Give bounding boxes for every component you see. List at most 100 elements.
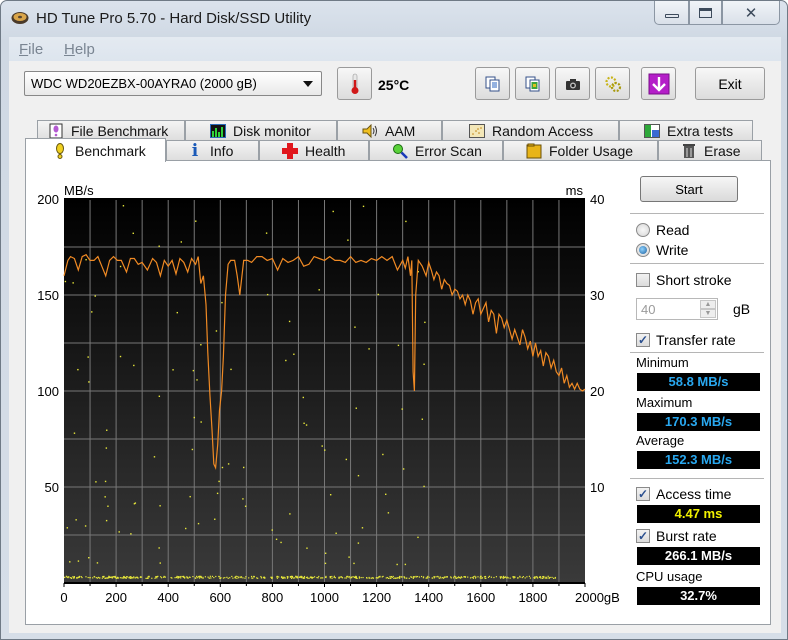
read-radio[interactable] [636,223,650,237]
access-time-point [122,205,125,207]
access-time-point [197,522,200,525]
access-time-point [236,577,238,579]
access-time-point [303,575,306,578]
access-time-point [372,577,374,579]
access-time-point [282,577,285,579]
access-time-point [350,577,353,579]
access-time-point [332,210,334,213]
exit-button[interactable]: Exit [695,67,765,100]
spin-down-icon[interactable]: ▼ [700,309,716,318]
access-time-point [362,576,364,579]
access-time-point [105,519,108,522]
access-time-point [237,575,239,578]
access-time-point [124,577,126,579]
access-time-point [460,576,462,578]
access-time-point [455,577,458,579]
save-button[interactable] [641,67,676,100]
read-label: Read [656,222,690,238]
access-time-point [551,576,553,579]
close-icon: ✕ [744,4,758,22]
chart-svg: 50 100 150 200 10 20 30 40 MB/s ms 0 200 400 600 800 10… [37,183,620,605]
short-stroke-input[interactable]: 40 ▲ ▼ [636,298,718,320]
minimize-button[interactable] [654,1,689,25]
access-time-point [433,577,435,579]
access-time-point [176,311,178,314]
access-time-point [418,576,421,578]
access-time-point [270,576,272,578]
toolbar: WDC WD20EZBX-00AYRA0 (2000 gB) 25°C Exit [9,61,781,113]
access-time-point [114,575,116,578]
access-time-point [180,577,182,579]
access-time-point [355,577,357,579]
access-time-point [200,344,202,346]
access-time-point [338,576,340,578]
access-time-point [474,575,476,577]
access-time-point [533,577,535,579]
access-time-point [402,468,405,470]
access-time-point [353,562,355,565]
access-time-point [387,577,390,579]
drive-select[interactable]: WDC WD20EZBX-00AYRA0 (2000 gB) [24,71,322,96]
access-time-point [140,576,143,578]
options-button[interactable] [595,67,630,100]
copy-text-button[interactable] [475,67,510,100]
access-time-point [324,552,327,554]
menu-file[interactable]: File [19,41,43,58]
tab-folder-usage[interactable]: Folder Usage [503,140,658,161]
access-time-point [188,576,191,578]
cpu-usage-value: 32.7% [637,587,760,605]
transfer-rate-label: Transfer rate [656,332,736,348]
write-radio[interactable] [636,243,650,257]
access-time-point [467,576,469,578]
short-stroke-checkbox[interactable] [636,273,650,287]
access-time-point [75,519,77,521]
tab-random-access[interactable]: Random Access [442,120,619,141]
access-time-point [522,575,524,578]
temperature-button[interactable] [337,67,372,100]
y-tick-label: 200 [37,192,59,207]
menu-bar: File Help [9,37,781,61]
access-time-point [493,576,495,579]
spin-up-icon[interactable]: ▲ [700,300,716,309]
tab-error-scan[interactable]: Error Scan [369,140,503,161]
access-time-point [464,576,466,578]
menu-help[interactable]: Help [64,41,95,58]
transfer-rate-checkbox[interactable]: ✓ [636,333,650,347]
access-time-point [387,512,390,514]
tab-health[interactable]: Health [259,140,369,161]
access-time-point [69,577,71,579]
access-time-point [502,575,505,578]
access-time-point [514,576,516,578]
access-time-point [280,541,282,544]
copy-image-button[interactable] [515,67,550,100]
maximize-button[interactable] [689,1,722,25]
start-button[interactable]: Start [640,176,738,202]
burst-rate-checkbox[interactable]: ✓ [636,529,650,543]
access-time-point [253,576,255,578]
separator [630,352,764,353]
access-time-point [450,576,452,578]
access-time-checkbox[interactable]: ✓ [636,487,650,501]
screenshot-button[interactable] [555,67,590,100]
tab-disk-monitor[interactable]: Disk monitor [185,120,337,141]
tab-erase[interactable]: Erase [658,140,762,161]
access-time-point [231,575,233,578]
tab-extra-tests[interactable]: Extra tests [619,120,753,141]
tab-aam[interactable]: AAM [337,120,442,141]
access-time-point [145,577,147,579]
burst-rate-value: 266.1 MB/s [637,547,760,565]
access-time-point [175,576,178,579]
close-button[interactable]: ✕ [722,1,780,25]
access-time-point [67,576,69,578]
access-time-point [393,577,395,579]
access-time-point [322,577,324,579]
access-time-point [435,576,437,578]
access-time-point [398,576,400,578]
access-time-label: Access time [656,486,732,502]
access-time-point [301,576,303,578]
tab-info[interactable]: i Info [166,140,259,161]
speaker-icon [362,123,378,139]
access-time-point [445,576,447,578]
access-time-point [338,577,340,579]
tab-benchmark[interactable]: Benchmark [25,138,166,162]
